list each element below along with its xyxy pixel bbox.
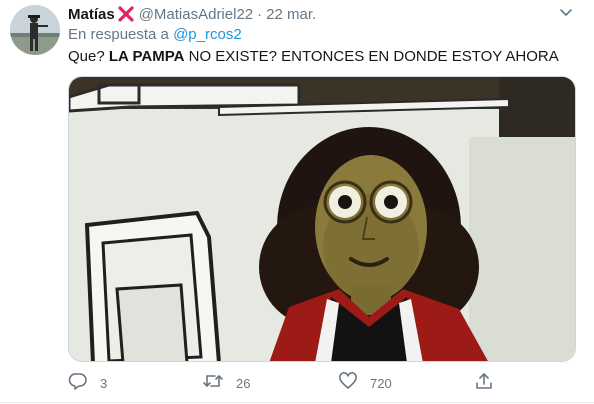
like-count: 720 [370, 375, 392, 391]
heart-icon [338, 371, 358, 396]
avatar-photo [10, 5, 60, 55]
tweet-media-image[interactable] [68, 76, 576, 362]
tweet-actions: 3 26 720 [68, 371, 508, 396]
like-button[interactable]: 720 [338, 371, 392, 396]
share-icon [474, 371, 494, 396]
display-name[interactable]: Matías [68, 6, 115, 23]
reply-icon [68, 371, 88, 396]
tweet-text-part2: NO EXISTE? ENTONCES EN DONDE ESTOY AHORA [184, 48, 559, 65]
meme-illustration [69, 77, 575, 361]
reply-user-link[interactable]: @p_rcos2 [173, 26, 242, 43]
retweet-icon [202, 371, 224, 396]
share-button[interactable] [474, 372, 494, 394]
tweet-text: Que? LA PAMPA NO EXISTE? ENTONCES EN DON… [68, 48, 559, 65]
red-cross-mark-icon [117, 5, 135, 23]
separator-dot: · [257, 5, 263, 23]
more-options-button[interactable] [556, 5, 576, 23]
tweet-text-part1: Que? [68, 48, 109, 65]
avatar[interactable] [10, 5, 60, 55]
reply-context: En respuesta a @p_rcos2 [68, 26, 242, 43]
chevron-down-icon [559, 5, 573, 23]
tweet-date[interactable]: 22 mar. [266, 6, 316, 23]
tweet-divider [0, 402, 594, 403]
retweet-count: 26 [236, 375, 251, 391]
tweet-header: Matías @MatiasAdriel22 · 22 mar. [68, 4, 316, 24]
user-handle[interactable]: @MatiasAdriel22 [139, 6, 253, 23]
reply-count: 3 [100, 375, 108, 391]
reply-button[interactable]: 3 [68, 372, 107, 394]
tweet[interactable]: Matías @MatiasAdriel22 · 22 mar. En resp… [0, 0, 594, 404]
retweet-button[interactable]: 26 [202, 372, 250, 394]
reply-prefix: En respuesta a [68, 26, 169, 43]
tweet-text-bold: LA PAMPA [108, 48, 185, 65]
